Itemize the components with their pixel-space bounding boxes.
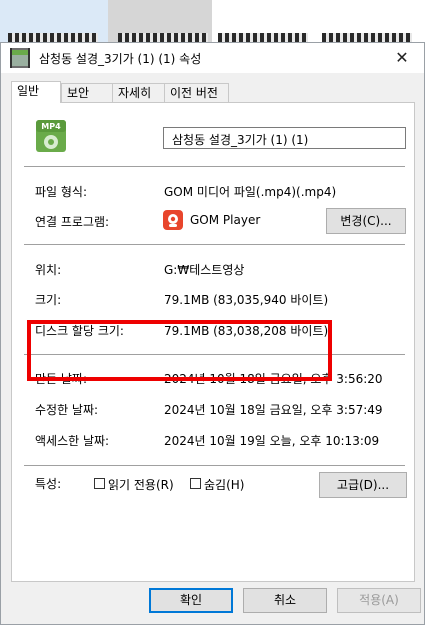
size-highlight-box: [27, 320, 332, 381]
size-value: 79.1MB (83,035,940 바이트): [164, 293, 329, 307]
properties-dialog: 삼청동 설경_3기가 (1) (1) 속성 ✕ 일반 보안 자세히 이전 버전 …: [0, 42, 425, 625]
readonly-label[interactable]: 읽기 전용(R): [108, 476, 174, 493]
apply-button[interactable]: 적용(A): [337, 588, 421, 613]
gom-player-icon: [163, 210, 183, 230]
file-type-value: GOM 미디어 파일(.mp4)(.mp4): [164, 185, 337, 199]
advanced-button[interactable]: 고급(D)...: [319, 472, 407, 498]
mp4-badge: MP4: [41, 122, 61, 131]
video-file-icon: [10, 48, 30, 68]
opens-with-value: GOM Player: [190, 213, 261, 227]
mp4-file-icon: MP4: [36, 120, 66, 152]
file-type-label: 파일 형식:: [35, 185, 88, 199]
dialog-title: 삼청동 설경_3기가 (1) (1) 속성: [39, 52, 202, 66]
video-thumbnail[interactable]: [118, 33, 208, 42]
close-button[interactable]: ✕: [380, 43, 424, 73]
cancel-button[interactable]: 취소: [243, 588, 327, 613]
location-label: 위치:: [35, 263, 62, 277]
tab-previous-versions[interactable]: 이전 버전: [164, 83, 229, 102]
tab-general[interactable]: 일반: [11, 81, 61, 103]
separator: [24, 465, 405, 466]
general-panel: MP4 삼청동 설경_3기가 (1) (1) 파일 형식: GOM 미디어 파일…: [11, 102, 415, 582]
change-button[interactable]: 변경(C)...: [326, 208, 406, 234]
accessed-label: 액세스한 날짜:: [35, 434, 110, 448]
opens-with-label: 연결 프로그램:: [35, 215, 110, 229]
video-thumbnail[interactable]: [8, 33, 98, 42]
accessed-value: 2024년 10월 19일 오늘, 오후 10:13:09: [164, 434, 380, 448]
size-label: 크기:: [35, 293, 62, 307]
hidden-label[interactable]: 숨김(H): [204, 476, 244, 493]
ok-button[interactable]: 확인: [149, 588, 233, 613]
separator: [24, 244, 405, 245]
tab-security[interactable]: 보안: [61, 83, 113, 102]
video-thumbnail[interactable]: [218, 33, 308, 42]
location-value: G:₩테스트영상: [164, 263, 245, 277]
explorer-background: [0, 0, 426, 42]
modified-value: 2024년 10월 18일 금요일, 오후 3:57:49: [164, 403, 383, 417]
hidden-checkbox[interactable]: [190, 478, 201, 489]
separator: [24, 166, 405, 167]
readonly-checkbox[interactable]: [94, 478, 105, 489]
modified-label: 수정한 날짜:: [35, 403, 99, 417]
title-bar[interactable]: 삼청동 설경_3기가 (1) (1) 속성 ✕: [1, 43, 424, 73]
file-name-input[interactable]: 삼청동 설경_3기가 (1) (1): [163, 127, 406, 149]
video-thumbnail[interactable]: [322, 33, 412, 42]
attributes-label: 특성:: [35, 477, 62, 491]
tab-details[interactable]: 자세히: [112, 83, 165, 102]
